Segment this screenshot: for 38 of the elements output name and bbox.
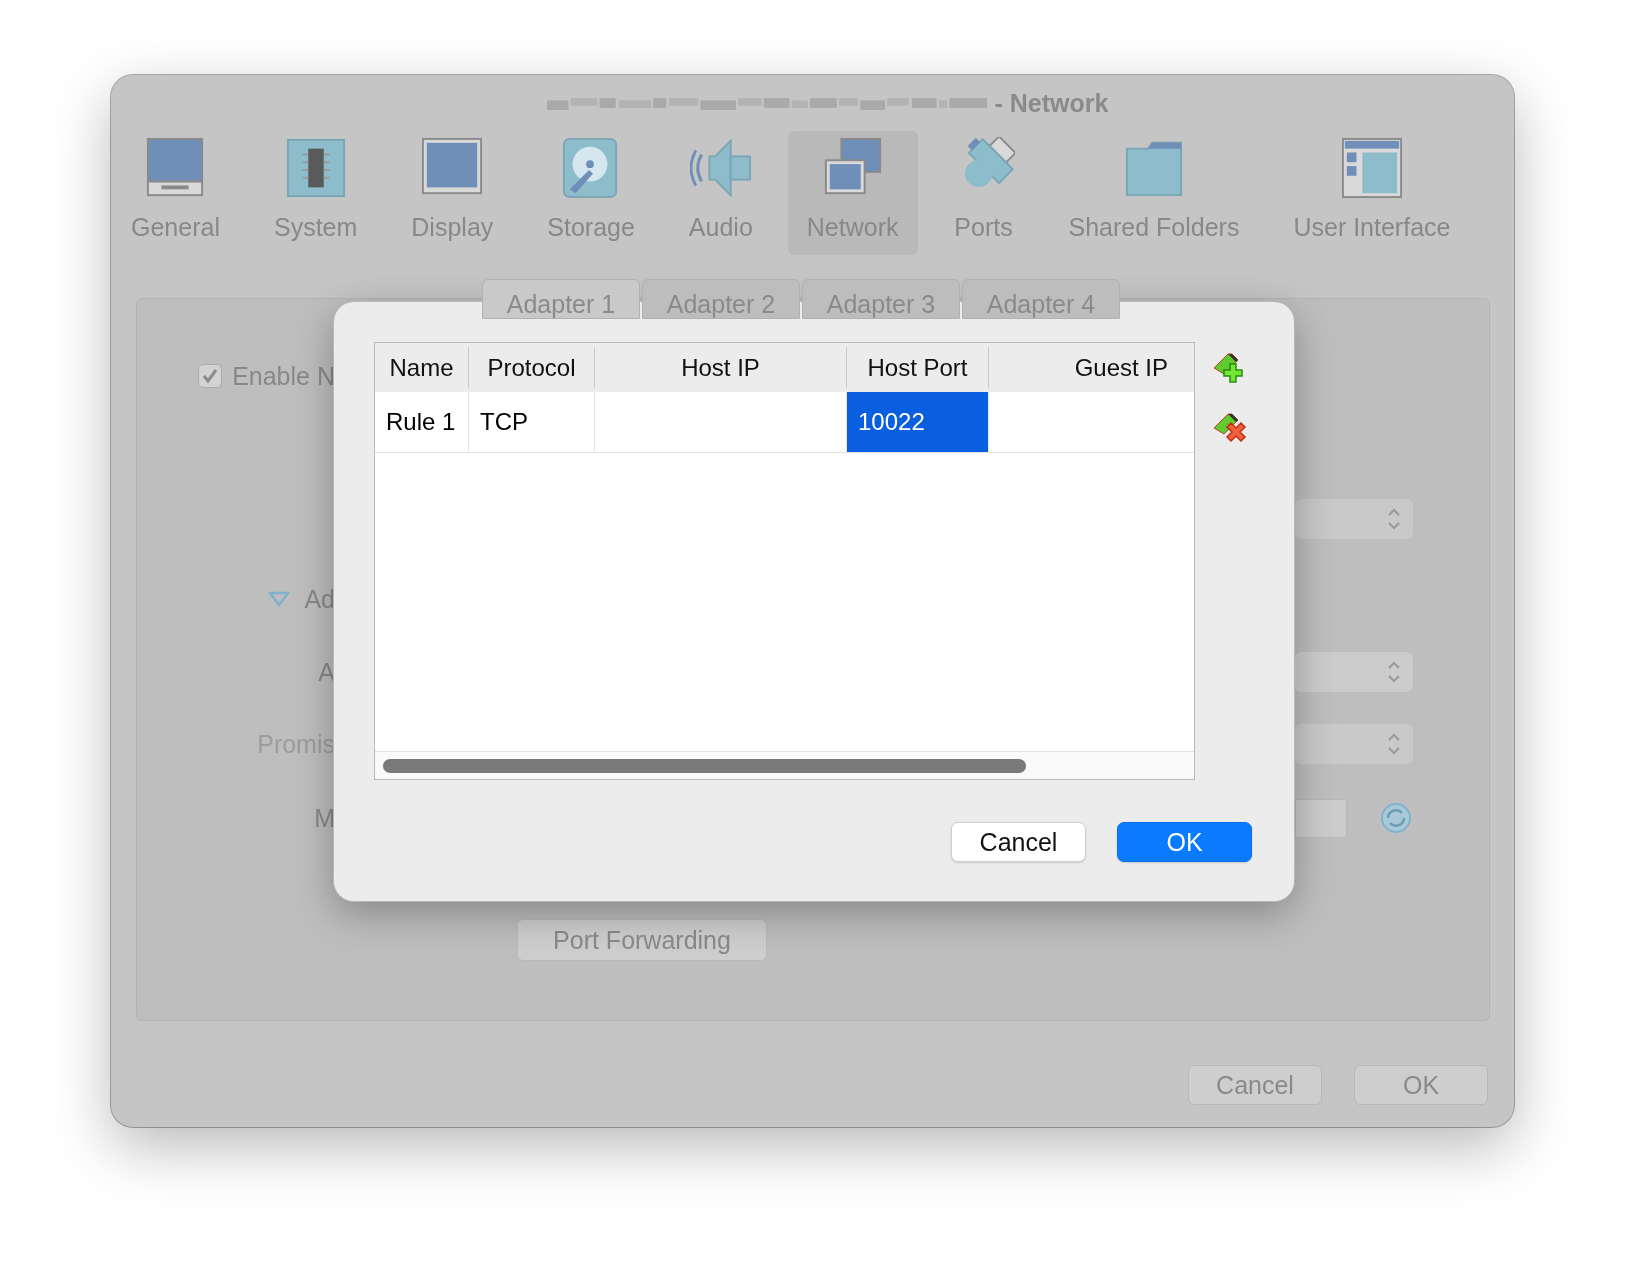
checkmark-icon <box>201 367 220 385</box>
toolbar-item[interactable]: Storage <box>528 131 654 255</box>
dropdown[interactable] <box>1295 724 1413 764</box>
chevron-updown-icon <box>1385 507 1403 531</box>
adapter-tab[interactable]: Adapter 1 <box>482 279 640 319</box>
column-header[interactable]: Guest IP <box>989 347 1194 388</box>
table-cell: 10022 <box>847 392 989 452</box>
dropdown[interactable] <box>1295 499 1413 539</box>
checkbox[interactable] <box>198 364 223 388</box>
chip-icon <box>284 137 347 199</box>
table-cell: TCP <box>469 392 595 452</box>
toolbar-item[interactable]: General <box>112 131 239 255</box>
chevron-updown-icon <box>1385 732 1403 756</box>
chevron-updown-icon <box>1385 660 1403 684</box>
window-layout-icon <box>1340 137 1403 199</box>
column-header[interactable]: Protocol <box>469 347 595 388</box>
toolbar-item[interactable]: User Interface <box>1274 131 1470 255</box>
horizontal-scrollbar[interactable] <box>375 751 1194 779</box>
toolbar-item[interactable]: Ports <box>933 131 1034 255</box>
window-title: - Network <box>994 88 1109 118</box>
ok-button[interactable]: OK <box>1117 822 1252 862</box>
column-header[interactable]: Name <box>375 347 469 388</box>
port-forwarding-button[interactable]: Port Forwarding <box>517 919 767 961</box>
dropdown[interactable] <box>1295 652 1413 692</box>
table-cell: Rule 1 <box>375 392 469 452</box>
dialog-button[interactable]: OK <box>1354 1065 1488 1105</box>
refresh-icon <box>1379 801 1413 835</box>
toolbar-item[interactable]: Display <box>392 131 513 255</box>
column-header[interactable]: Host IP <box>595 347 847 388</box>
speaker-icon <box>689 137 752 199</box>
toolbar-item[interactable]: Shared Folders <box>1049 131 1259 255</box>
toolbar-item[interactable]: System <box>254 131 377 255</box>
text-field[interactable] <box>1295 798 1347 838</box>
toolbar-item[interactable]: Audio <box>669 131 772 255</box>
dialog-button[interactable]: Cancel <box>1188 1065 1322 1105</box>
column-header[interactable]: Host Port <box>847 347 989 388</box>
cancel-button[interactable]: Cancel <box>951 822 1086 862</box>
disclosure-triangle-icon[interactable] <box>268 591 291 607</box>
